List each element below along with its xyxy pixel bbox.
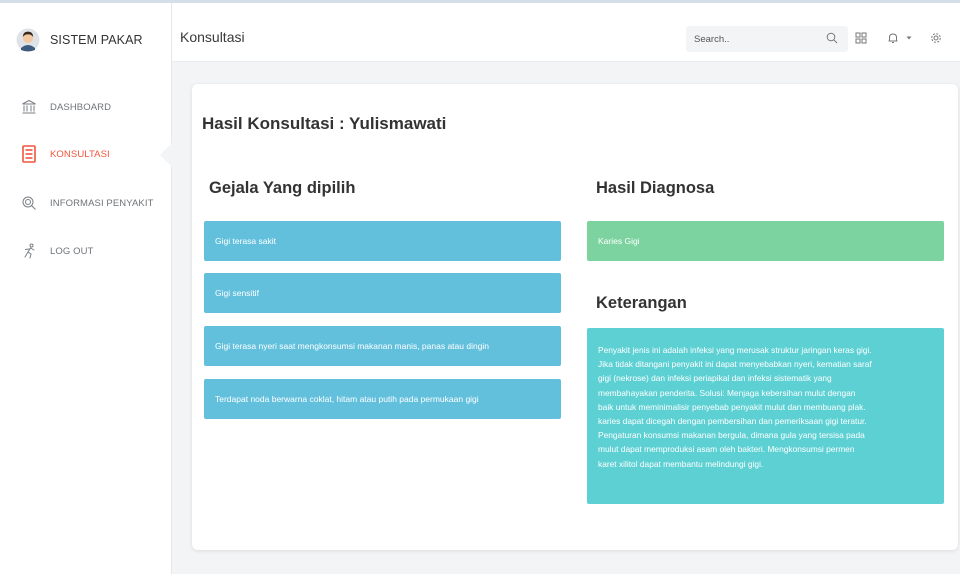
sidebar-item-log-out[interactable]: LOG OUT xyxy=(20,239,93,263)
bell-icon[interactable] xyxy=(885,30,901,46)
keterangan-line: gigi (nekrose) dan infeksi periapikal da… xyxy=(598,373,832,384)
search-icon xyxy=(20,194,38,212)
gejala-title: Gejala Yang dipilih xyxy=(209,179,356,197)
result-card: Hasil Konsultasi : Yulismawati Gejala Ya… xyxy=(192,84,958,550)
gejala-item-text: Gigi sensitif xyxy=(215,288,259,298)
keterangan-line: karet xilitol dapat membantu melindungi … xyxy=(598,458,764,469)
keterangan-line: karies dapat dicegah dengan pembersihan … xyxy=(598,416,867,427)
sidebar-item-dashboard[interactable]: DASHBOARD xyxy=(20,95,111,119)
sidebar-item-label: KONSULTASI xyxy=(50,148,110,160)
sidebar-item-label: LOG OUT xyxy=(50,245,94,257)
diagnosa-result-text: Karies Gigi xyxy=(598,236,640,246)
keterangan-line: Jika tidak ditangani penyakit ini dapat … xyxy=(598,359,872,370)
page-title: Konsultasi xyxy=(180,29,245,45)
sidebar-item-label: INFORMASI PENYAKIT xyxy=(50,197,154,209)
book-icon xyxy=(20,145,38,163)
search-icon[interactable] xyxy=(824,30,840,46)
caret-down-icon[interactable] xyxy=(901,30,917,46)
active-indicator xyxy=(160,142,173,168)
keterangan-line: membahayakan penderita. Solusi: Menjaga … xyxy=(598,387,856,398)
diagnosa-result: Karies Gigi xyxy=(587,221,944,261)
gear-icon[interactable] xyxy=(928,30,944,46)
keterangan-line: Pengaturan konsumsi makanan bergula, dim… xyxy=(598,430,865,441)
gejala-item: Gigi terasa sakit xyxy=(204,221,561,261)
keterangan-title: Keterangan xyxy=(596,294,687,312)
keterangan-line: baik untuk meminimalisir penyebab penyak… xyxy=(598,401,866,412)
sidebar-item-informasi-penyakit[interactable]: INFORMASI PENYAKIT xyxy=(20,191,154,215)
gejala-item-text: Gigi terasa sakit xyxy=(215,236,276,246)
keterangan-line: Penyakit jenis ini adalah infeksi yang m… xyxy=(598,345,872,355)
gejala-item: Gigi terasa nyeri saat mengkonsumsi maka… xyxy=(204,326,561,366)
grid-icon[interactable] xyxy=(853,30,869,46)
sidebar-item-konsultasi[interactable]: KONSULTASI xyxy=(20,142,110,166)
diagnosa-title: Hasil Diagnosa xyxy=(596,179,715,197)
top-header: Konsultasi xyxy=(172,3,960,62)
bank-icon xyxy=(20,98,38,116)
brand-name: SISTEM PAKAR xyxy=(50,33,143,47)
gejala-item: Terdapat noda berwarna coklat, hitam ata… xyxy=(204,379,561,419)
sidebar: SISTEM PAKAR DASHBOARD KONSULTASI INFORM… xyxy=(0,3,172,574)
running-man-icon xyxy=(20,242,38,260)
gejala-item-text: Gigi terasa nyeri saat mengkonsumsi maka… xyxy=(215,341,490,351)
gejala-item-text: Terdapat noda berwarna coklat, hitam ata… xyxy=(215,394,479,404)
keterangan-box: Penyakit jenis ini adalah infeksi yang m… xyxy=(587,328,944,504)
keterangan-line: mulut dapat memproduksi asam oleh bakter… xyxy=(598,444,855,455)
gejala-item: Gigi sensitif xyxy=(204,273,561,313)
sidebar-item-label: DASHBOARD xyxy=(50,101,112,113)
card-title: Hasil Konsultasi : Yulismawati xyxy=(202,114,447,133)
user-avatar-icon xyxy=(16,28,40,52)
brand[interactable]: SISTEM PAKAR xyxy=(16,27,143,53)
